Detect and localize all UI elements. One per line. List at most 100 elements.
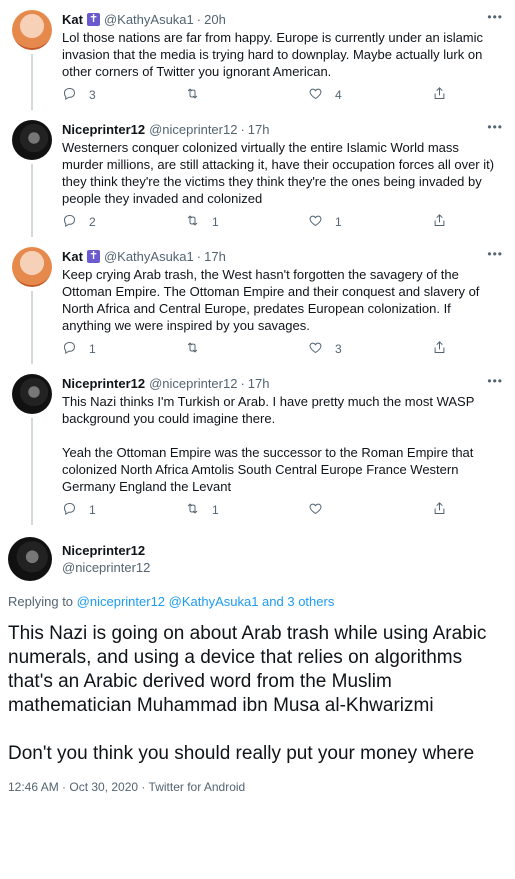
tweet-body: Niceprinter12 @niceprinter12 · 17h Westerner… (56, 120, 503, 237)
replying-to-link[interactable]: @niceprinter12 @KathyAsuka1 and 3 others (77, 594, 335, 609)
author-name[interactable]: Niceprinter12 (62, 121, 145, 138)
thread-line (31, 291, 33, 364)
tweet-text: Lol those nations are far from happy. Eu… (62, 29, 503, 80)
separator-dot: · (240, 121, 245, 137)
tweet-time[interactable]: 20h (204, 11, 226, 28)
tweet-paragraph: Lol those nations are far from happy. Eu… (62, 30, 484, 79)
share-button[interactable] (432, 213, 447, 231)
retweet-button[interactable]: 1 (185, 213, 308, 231)
retweet-icon (185, 501, 200, 519)
tweet-header: Kat ✝ @KathyAsuka1 · 20h (62, 10, 503, 28)
share-icon (432, 213, 447, 231)
retweet-button[interactable] (185, 340, 308, 358)
tweet[interactable]: Kat ✝ @KathyAsuka1 · 20h Lol those nations ar… (0, 0, 515, 110)
tweet-actions: 13 (62, 334, 503, 364)
thread-line (31, 164, 33, 237)
author-handle[interactable]: @KathyAsuka1 (104, 11, 194, 28)
like-button[interactable]: 1 (308, 213, 431, 231)
author-handle[interactable]: @niceprinter12 (149, 375, 237, 392)
retweet-button[interactable] (185, 86, 308, 104)
cross-icon: ✝ (86, 12, 100, 26)
tweet-header: Niceprinter12 @niceprinter12 · 17h (62, 374, 503, 392)
reply-button[interactable]: 3 (62, 86, 185, 104)
like-icon (308, 340, 323, 358)
avatar[interactable] (12, 10, 52, 50)
tweet-rail (8, 247, 56, 364)
replying-to: Replying to @niceprinter12 @KathyAsuka1 … (8, 593, 503, 610)
retweet-icon (185, 86, 200, 104)
like-button[interactable]: 4 (308, 86, 431, 104)
reply-icon (62, 501, 77, 519)
tweet-paragraph: Don't you think you should really put yo… (8, 743, 475, 764)
tweet-actions: 11 (62, 495, 503, 525)
author-name[interactable]: Niceprinter12 (62, 375, 145, 392)
reply-thread: Kat ✝ @KathyAsuka1 · 20h Lol those nations ar… (0, 0, 515, 525)
avatar[interactable] (12, 374, 52, 414)
thread-line (31, 418, 33, 525)
author-handle[interactable]: @KathyAsuka1 (104, 248, 194, 265)
share-icon (432, 501, 447, 519)
like-button[interactable]: 3 (308, 340, 431, 358)
more-options-icon[interactable]: ••• (487, 247, 503, 261)
replying-label: Replying to (8, 594, 74, 609)
reply-button[interactable]: 2 (62, 213, 185, 231)
separator-dot: · (240, 375, 245, 391)
retweet-icon (185, 213, 200, 231)
focused-tweet-names: Niceprinter12 @niceprinter12 (62, 542, 150, 576)
more-options-icon[interactable]: ••• (487, 374, 503, 388)
reply-icon (62, 213, 77, 231)
tweet[interactable]: Niceprinter12 @niceprinter12 · 17h This Nazi… (0, 364, 515, 525)
tweet-header: Niceprinter12 @niceprinter12 · 17h (62, 120, 503, 138)
like-button[interactable] (308, 501, 431, 519)
reply-button[interactable]: 1 (62, 501, 185, 519)
like-count: 4 (335, 88, 342, 102)
reply-count: 1 (89, 503, 96, 517)
more-options-icon[interactable]: ••• (487, 120, 503, 134)
tweet-text: Keep crying Arab trash, the West hasn't … (62, 266, 503, 334)
share-button[interactable] (432, 86, 447, 104)
reply-count: 3 (89, 88, 96, 102)
like-count: 3 (335, 342, 342, 356)
tweet-actions: 34 (62, 80, 503, 110)
avatar[interactable] (12, 120, 52, 160)
tweet-paragraph: Keep crying Arab trash, the West hasn't … (62, 267, 480, 333)
retweet-button[interactable]: 1 (185, 501, 308, 519)
cross-icon: ✝ (86, 249, 100, 263)
tweet-text: This Nazi thinks I'm Turkish or Arab. I … (62, 393, 503, 495)
tweet-rail (8, 10, 56, 110)
author-handle[interactable]: @niceprinter12 (149, 121, 237, 138)
avatar[interactable] (8, 537, 52, 581)
tweet[interactable]: Kat ✝ @KathyAsuka1 · 17h Keep crying Arab tra… (0, 237, 515, 364)
like-icon (308, 501, 323, 519)
share-icon (432, 340, 447, 358)
tweet-header: Kat ✝ @KathyAsuka1 · 17h (62, 247, 503, 265)
like-icon (308, 86, 323, 104)
reply-button[interactable]: 1 (62, 340, 185, 358)
share-button[interactable] (432, 340, 447, 358)
author-handle[interactable]: @niceprinter12 (62, 559, 150, 576)
more-options-icon[interactable]: ••• (487, 10, 503, 24)
retweet-count: 1 (212, 215, 219, 229)
thread-line (31, 54, 33, 110)
author-name[interactable]: Kat (62, 11, 83, 28)
tweet-paragraph: This Nazi thinks I'm Turkish or Arab. I … (62, 394, 475, 426)
tweet-time[interactable]: 17h (248, 375, 270, 392)
focused-tweet: Niceprinter12 @niceprinter12 Replying to… (0, 525, 515, 794)
tweet[interactable]: Niceprinter12 @niceprinter12 · 17h Westerner… (0, 110, 515, 237)
tweet-actions: 2 1 1 (62, 207, 503, 237)
tweet-rail (8, 120, 56, 237)
avatar[interactable] (12, 247, 52, 287)
reply-icon (62, 86, 77, 104)
share-icon (432, 86, 447, 104)
reply-count: 1 (89, 342, 96, 356)
tweet-paragraph: Westerners conquer colonized virtually t… (62, 140, 495, 206)
author-name[interactable]: Kat (62, 248, 83, 265)
tweet-meta[interactable]: 12:46 AM · Oct 30, 2020 · Twitter for An… (8, 780, 503, 794)
tweet-time[interactable]: 17h (204, 248, 226, 265)
tweet-time[interactable]: 17h (248, 121, 270, 138)
tweet-body: Kat ✝ @KathyAsuka1 · 20h Lol those nations ar… (56, 10, 503, 110)
author-name[interactable]: Niceprinter12 (62, 542, 150, 559)
reply-count: 2 (89, 215, 96, 229)
like-icon (308, 213, 323, 231)
share-button[interactable] (432, 501, 447, 519)
